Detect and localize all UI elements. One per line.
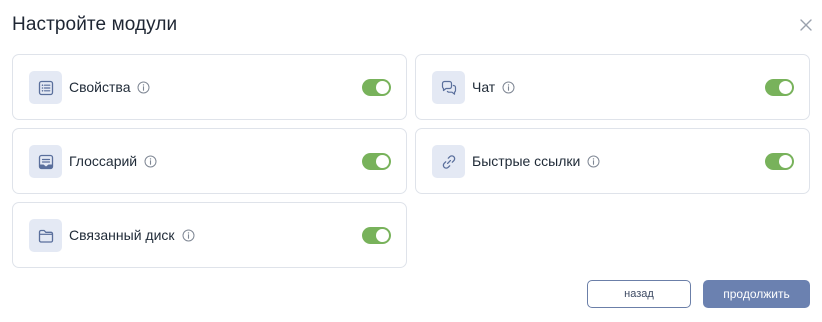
module-card-glossary: Глоссарий [12, 128, 407, 194]
toggle-quick-links[interactable] [765, 153, 794, 170]
module-name: Чат [472, 79, 496, 95]
module-card-properties: Свойства [12, 54, 407, 120]
module-name: Глоссарий [69, 153, 138, 169]
toggle-properties[interactable] [362, 79, 391, 96]
module-label: Глоссарий [69, 153, 157, 169]
continue-button[interactable]: продолжить [703, 280, 810, 308]
dialog-title: Настройте модули [12, 14, 178, 35]
toggle-chat[interactable] [765, 79, 794, 96]
module-name: Связанный диск [69, 227, 175, 243]
info-icon[interactable] [182, 229, 195, 242]
module-card-chat: Чат [415, 54, 810, 120]
toggle-knob [376, 81, 389, 94]
toggle-linked-drive[interactable] [362, 227, 391, 244]
info-icon[interactable] [144, 155, 157, 168]
module-label: Связанный диск [69, 227, 195, 243]
glossary-icon [29, 145, 62, 178]
module-card-quick-links: Быстрые ссылки [415, 128, 810, 194]
link-icon [432, 145, 465, 178]
toggle-knob [779, 81, 792, 94]
toggle-knob [376, 155, 389, 168]
module-label: Чат [472, 79, 515, 95]
info-icon[interactable] [502, 81, 515, 94]
chat-icon [432, 71, 465, 104]
module-name: Свойства [69, 79, 131, 95]
configure-modules-dialog: Настройте модули Свойства Чат Глоссарий … [0, 0, 822, 322]
list-icon [29, 71, 62, 104]
module-label: Быстрые ссылки [472, 153, 600, 169]
back-button[interactable]: назад [587, 280, 691, 308]
close-icon[interactable] [797, 16, 815, 34]
info-icon[interactable] [137, 81, 150, 94]
info-icon[interactable] [587, 155, 600, 168]
module-label: Свойства [69, 79, 150, 95]
toggle-glossary[interactable] [362, 153, 391, 170]
module-name: Быстрые ссылки [472, 153, 581, 169]
toggle-knob [779, 155, 792, 168]
module-card-linked-drive: Связанный диск [12, 202, 407, 268]
toggle-knob [376, 229, 389, 242]
folder-icon [29, 219, 62, 252]
